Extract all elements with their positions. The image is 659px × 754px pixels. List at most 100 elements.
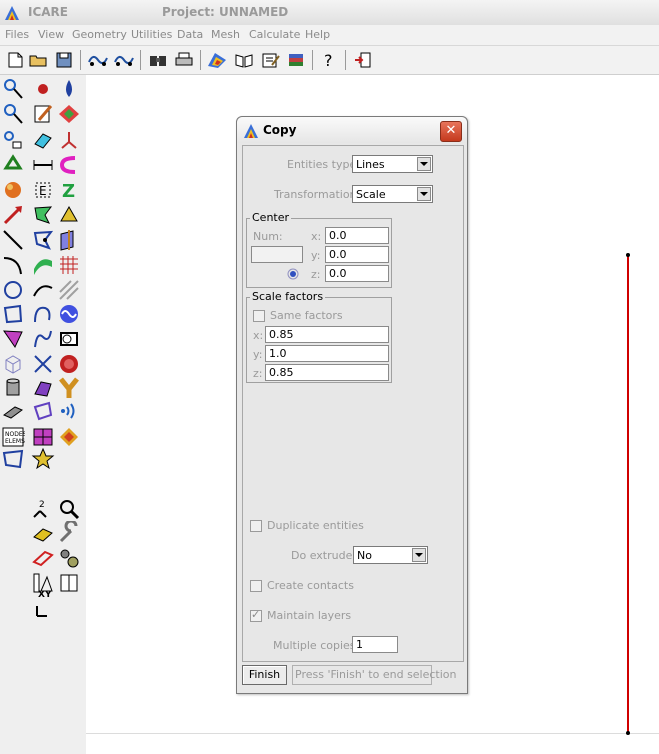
cross-icon[interactable]	[31, 352, 55, 376]
center-z-field[interactable]: 0.0	[325, 265, 389, 282]
close-button[interactable]: ✕	[440, 121, 462, 142]
quad-icon[interactable]	[1, 302, 25, 326]
menu-geometry[interactable]: Geometry	[72, 28, 127, 41]
notes-icon[interactable]	[259, 50, 281, 70]
create-contacts-checkbox[interactable]	[250, 580, 262, 592]
duplicate-entities-checkbox[interactable]	[250, 520, 262, 532]
magnet-icon[interactable]	[57, 153, 81, 177]
color-surface-icon[interactable]	[57, 102, 81, 126]
gears-icon[interactable]	[57, 546, 81, 570]
wave-alt-icon[interactable]	[113, 50, 135, 70]
point-icon[interactable]	[31, 77, 55, 101]
maintain-layers-checkbox[interactable]	[250, 608, 262, 622]
finish-button[interactable]: Finish	[242, 665, 287, 685]
arrow-icon[interactable]	[1, 203, 25, 227]
rainbow-icon[interactable]	[206, 50, 228, 70]
hatch-icon[interactable]	[57, 278, 81, 302]
menu-data[interactable]: Data	[177, 28, 203, 41]
target-icon[interactable]	[57, 352, 81, 376]
sphere-icon[interactable]	[1, 178, 25, 202]
num-field[interactable]	[251, 246, 303, 263]
chevron-down-icon[interactable]	[417, 157, 431, 171]
sine-icon[interactable]	[57, 302, 81, 326]
spline-icon[interactable]	[31, 278, 55, 302]
menu-calculate[interactable]: Calculate	[249, 28, 300, 41]
recycle-icon[interactable]	[1, 153, 25, 177]
do-extrude-select[interactable]: No	[353, 546, 428, 564]
layers-icon[interactable]	[285, 50, 307, 70]
exit-icon[interactable]	[352, 50, 374, 70]
flag-icon[interactable]	[31, 521, 55, 545]
axis-icon[interactable]	[57, 128, 81, 152]
curve-icon[interactable]	[31, 327, 55, 351]
z-axis-icon[interactable]: Z	[57, 178, 81, 202]
help-icon[interactable]: ?	[318, 50, 340, 70]
scale-x-field[interactable]: 0.85	[265, 326, 389, 343]
edit-icon[interactable]	[31, 102, 55, 126]
scale-y-field[interactable]: 1.0	[265, 345, 389, 362]
pick-icon[interactable]	[1, 77, 25, 101]
wrench-icon[interactable]	[57, 521, 81, 545]
surface-icon[interactable]	[31, 253, 55, 277]
wave-icon[interactable]	[87, 50, 109, 70]
pick-multi-icon[interactable]	[1, 102, 25, 126]
menu-view[interactable]: View	[38, 28, 64, 41]
refine-icon[interactable]	[1, 447, 25, 471]
chevron-down-icon[interactable]	[417, 187, 431, 201]
mesh-surface-icon[interactable]	[31, 425, 55, 449]
polygon-icon[interactable]	[31, 203, 55, 227]
entities-type-select[interactable]: Lines	[352, 155, 433, 173]
chevron-down-icon[interactable]	[412, 548, 426, 562]
nodes-elems-icon[interactable]: NODES ELEMS	[1, 425, 25, 449]
connect-icon[interactable]	[31, 302, 55, 326]
center-x-field[interactable]: 0.0	[325, 227, 389, 244]
solid-icon[interactable]	[57, 203, 81, 227]
distance-icon[interactable]	[31, 153, 55, 177]
menu-mesh[interactable]: Mesh	[211, 28, 240, 41]
circle-icon[interactable]	[1, 278, 25, 302]
new-icon[interactable]	[4, 50, 26, 70]
star-icon[interactable]	[31, 447, 55, 471]
water-drop-icon[interactable]	[57, 77, 81, 101]
magnify-icon[interactable]	[57, 497, 81, 521]
label-e-icon[interactable]: E	[31, 178, 55, 202]
scale-z-field[interactable]: 0.85	[265, 364, 389, 381]
open-icon[interactable]	[27, 50, 49, 70]
menu-utilities[interactable]: Utilities	[131, 28, 172, 41]
manual-icon[interactable]	[57, 571, 81, 595]
menu-files[interactable]: Files	[5, 28, 29, 41]
cube-icon[interactable]	[1, 352, 25, 376]
sweep-icon[interactable]	[31, 376, 55, 400]
box-shape-icon[interactable]	[57, 327, 81, 351]
cylinder-icon[interactable]	[1, 376, 25, 400]
mesh-node-icon[interactable]	[31, 228, 55, 252]
deform-icon[interactable]	[31, 399, 55, 423]
mesh-color-icon[interactable]	[57, 425, 81, 449]
arc-icon[interactable]	[1, 253, 25, 277]
transformation-select[interactable]: Scale	[352, 185, 433, 203]
center-y-field[interactable]: 0.0	[325, 246, 389, 263]
y-shape-icon[interactable]	[57, 376, 81, 400]
eraser-icon[interactable]	[31, 128, 55, 152]
plane-icon[interactable]	[57, 228, 81, 252]
signal-icon[interactable]	[57, 399, 81, 423]
print-icon[interactable]	[173, 50, 195, 70]
extrude-icon[interactable]	[1, 399, 25, 423]
book-icon[interactable]	[233, 50, 255, 70]
geometry-line[interactable]	[627, 255, 629, 734]
pick-button[interactable]	[283, 265, 303, 283]
dialog-title-bar[interactable]: Copy ✕	[237, 117, 467, 143]
line-node[interactable]	[626, 253, 630, 257]
multiple-copies-field[interactable]: 1	[352, 636, 398, 653]
binoculars-icon[interactable]	[147, 50, 169, 70]
polyline-icon[interactable]	[1, 327, 25, 351]
save-icon[interactable]	[53, 50, 75, 70]
line-icon[interactable]	[1, 228, 25, 252]
split-icon[interactable]: 2	[31, 497, 55, 521]
node-icon[interactable]	[1, 128, 25, 152]
line-node[interactable]	[626, 731, 630, 735]
same-factors-checkbox[interactable]	[253, 310, 265, 322]
grid-icon[interactable]	[57, 253, 81, 277]
frame-icon[interactable]	[31, 546, 55, 570]
menu-help[interactable]: Help	[305, 28, 330, 41]
